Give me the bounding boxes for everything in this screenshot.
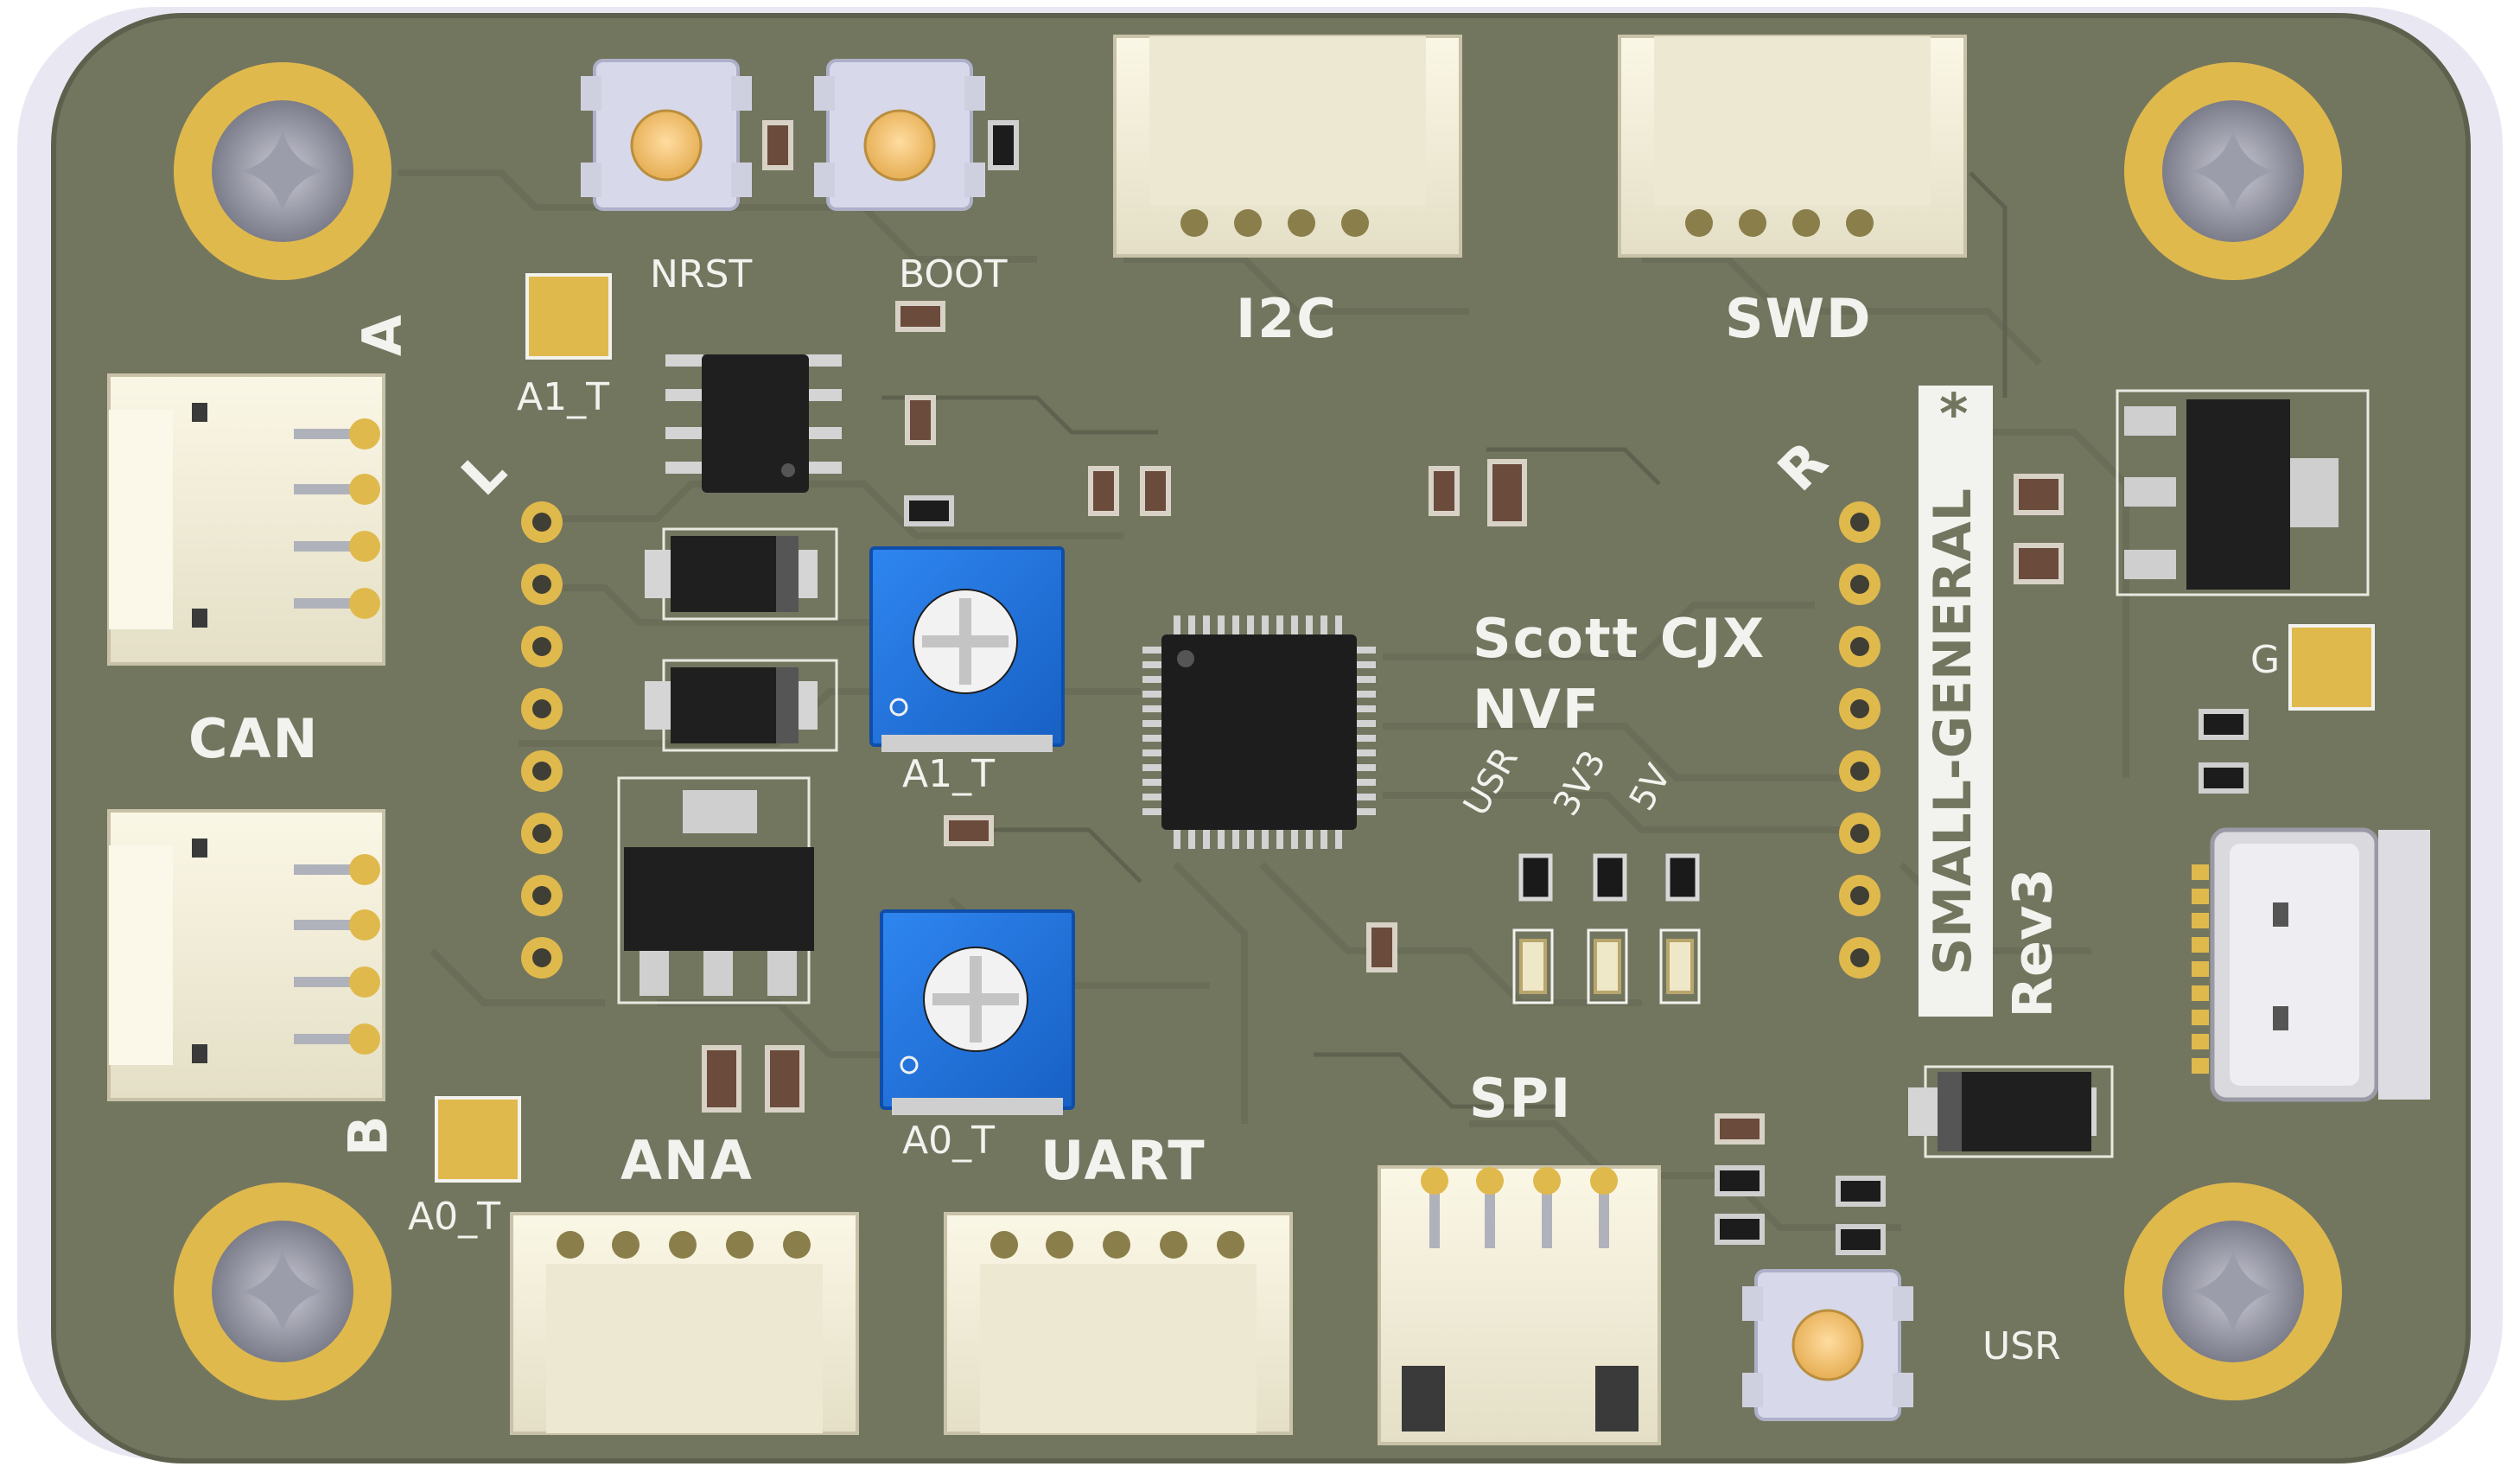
hdr-right-pin-hole (1850, 513, 1869, 532)
test-pad-a1-t-label: A1_T (517, 375, 609, 419)
i2c-label: I2C (1236, 287, 1338, 350)
hdr-left-pin-hole (532, 513, 551, 532)
pot-a0-t-label: A0_T (902, 1119, 995, 1163)
spi-label: SPI (1469, 1067, 1573, 1130)
usr-button[interactable] (1742, 1269, 1913, 1421)
can-a-label: A (350, 313, 414, 356)
nrst-label: NRST (650, 252, 753, 297)
led-usr (1512, 853, 1554, 1004)
can-label: CAN (188, 707, 320, 770)
uart-connector[interactable] (944, 1212, 1293, 1435)
usb-c-connector[interactable] (2192, 827, 2430, 1102)
hdr-left-pin-hole (532, 762, 551, 781)
project-label: NVF (1473, 678, 1601, 741)
hdr-left-pin-hole (532, 699, 551, 718)
pot-a1-t[interactable] (869, 546, 1065, 752)
test-pad-g[interactable] (2288, 624, 2375, 711)
test-pad-a0-t[interactable] (435, 1096, 521, 1183)
can-b-label: B (336, 1113, 400, 1157)
board-name-label: SMALL-GENERAL (1923, 488, 1983, 975)
hdr-left-pin-hole (532, 575, 551, 594)
uart-label: UART (1040, 1129, 1206, 1192)
mounting-hole-bottom-right (2124, 1183, 2342, 1400)
nrst-button[interactable] (581, 59, 752, 211)
revision-label: Rev3 (2001, 868, 2065, 1018)
led-3v3 (1587, 853, 1628, 1004)
diode-3 (1908, 1065, 2114, 1158)
boot-label: BOOT (899, 252, 1008, 297)
can-a-connector[interactable] (107, 373, 385, 666)
hdr-right-pin-hole (1850, 575, 1869, 594)
mounting-hole-bottom-left (174, 1183, 391, 1400)
swd-label: SWD (1725, 287, 1873, 350)
test-pad-a1-t[interactable] (525, 273, 612, 360)
swd-connector[interactable] (1618, 35, 1967, 258)
board-star-label: * (1939, 383, 1969, 447)
test-pad-a0-t-label: A0_T (408, 1195, 500, 1239)
mcu-chip (1142, 615, 1376, 849)
pcb-render (0, 0, 2520, 1473)
spi-connector[interactable] (1378, 1165, 1661, 1445)
hdr-right-pin-hole (1850, 637, 1869, 656)
hdr-right-pin-hole (1850, 948, 1869, 967)
hdr-left-pin-hole (532, 637, 551, 656)
can-b-connector[interactable] (107, 809, 385, 1101)
hdr-right-pin-hole (1850, 886, 1869, 905)
hdr-left-pin-hole (532, 948, 551, 967)
i2c-connector[interactable] (1113, 35, 1462, 258)
ana-label: ANA (620, 1129, 754, 1192)
hdr-right-pin-hole (1850, 699, 1869, 718)
author-label: Scott CJX (1473, 607, 1766, 670)
pot-a1-t-label: A1_T (902, 752, 995, 796)
hdr-right-pin-hole (1850, 824, 1869, 843)
usr-button-label: USR (1982, 1324, 2061, 1368)
pot-a0-t[interactable] (880, 909, 1075, 1115)
led-5v (1659, 853, 1701, 1004)
mounting-hole-top-right (2124, 62, 2342, 280)
mounting-hole-top-left (174, 62, 391, 280)
hdr-left-pin-hole (532, 886, 551, 905)
hdr-right-pin-hole (1850, 762, 1869, 781)
ana-connector[interactable] (510, 1212, 859, 1435)
boot-button[interactable] (814, 59, 985, 211)
test-pad-g-label: G (2250, 638, 2281, 682)
hdr-left-pin-hole (532, 824, 551, 843)
